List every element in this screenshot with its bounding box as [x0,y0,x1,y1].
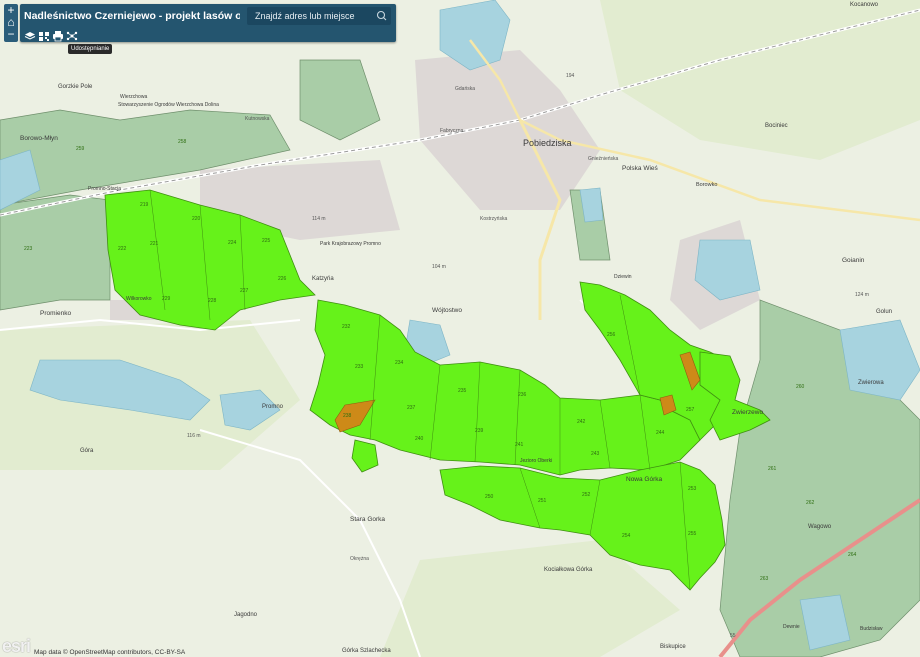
road-label: Gdańska [455,86,475,92]
compartment-label: 224 [228,240,237,246]
place-label: Dziewin [614,274,632,280]
place-label: Promno-Stacja [88,186,121,192]
search-input[interactable] [247,7,373,25]
place-label: Górka Szlachecka [342,648,391,654]
share-icon[interactable] [66,29,78,41]
search-box [247,7,391,25]
elevation-label: 104 m [432,264,446,270]
compartment-label: 228 [208,298,217,304]
zoom-out-button[interactable]: − [4,28,18,40]
place-label: Budzisław [860,626,883,632]
compartment-label: 227 [240,288,249,294]
elevation-label: 116 m [187,433,201,439]
compartment-label: 259 [76,146,85,152]
place-label: Zwierowa [858,380,884,386]
elevation-label: 124 m [855,292,869,298]
place-label: Stara Gorka [350,516,385,523]
zoom-controls: + ⌂ − [4,4,18,42]
place-label: Góra [80,448,94,454]
compartment-label: 262 [806,500,815,506]
compartment-label: 238 [343,413,352,419]
place-label: Park Krajobrazowy Promno [320,241,381,247]
compartment-label: 226 [278,276,287,282]
share-tooltip: Udostępnianie [68,44,113,54]
compartment-label: 219 [140,202,149,208]
place-label: Jezioro Oberki [520,458,552,464]
compartment-label: 233 [355,364,364,370]
road-label: 55 [730,633,736,639]
compartment-label: 225 [262,238,271,244]
compartment-label: 223 [24,246,33,252]
compartment-label: 244 [656,430,665,436]
compartment-label: 239 [475,428,484,434]
compartment-label: 250 [485,494,494,500]
compartment-label: 243 [591,451,600,457]
place-label: Borowo-Młyn [20,135,58,142]
app-title: Nadleśnictwo Czerniejewo - projekt lasów… [24,10,240,22]
compartment-label: 254 [622,533,631,539]
road-label: Fabryczna [440,128,464,134]
qr-code-icon[interactable] [38,29,50,41]
compartment-label: 241 [515,442,524,448]
print-icon[interactable] [52,29,64,42]
place-label: Wójtostwo [432,307,462,314]
place-label: Promno [262,404,284,410]
compartment-label: 261 [768,466,777,472]
place-label: Wierzchowa [120,94,147,100]
compartment-label: 220 [192,216,201,222]
place-label: Polska Wieś [622,165,659,172]
compartment-label: 222 [118,246,127,252]
place-label: Kocanowo [850,2,879,8]
place-label: Zwierzewo [732,409,763,416]
compartment-label: 258 [178,139,187,145]
layers-icon[interactable] [24,29,36,41]
place-label: Stowarzyszenie Ogrodów Wierzchowa Dolina [118,102,219,108]
compartment-label: 251 [538,498,547,504]
compartment-label: 257 [686,407,695,413]
place-label: Wilkorowko [126,296,152,302]
place-label: Katzyńa [312,276,334,282]
place-label: Pobiedziska [523,138,572,148]
compartment-label: 235 [458,388,467,394]
road-label: Okrężna [350,556,369,562]
place-label: Borowko [696,182,717,188]
place-label: Dewnie [783,624,800,630]
place-label: Biskupice [660,644,686,650]
place-label: Promienko [40,310,71,317]
compartment-label: 232 [342,324,351,330]
compartment-label: 237 [407,405,416,411]
compartment-label: 221 [150,241,159,247]
place-label: Golun [876,309,892,315]
search-icon[interactable] [373,7,391,25]
compartment-label: 263 [760,576,769,582]
compartment-label: 255 [688,531,697,537]
compartment-label: 240 [415,436,424,442]
place-label: Goianin [842,257,865,264]
compartment-label: 234 [395,360,404,366]
elevation-label: 114 m [312,216,326,222]
compartment-label: 229 [162,296,171,302]
road-label: Kutnowska [245,116,270,122]
compartment-label: 256 [607,332,616,338]
place-label: Bociniec [765,123,788,129]
map-attribution: Map data © OpenStreetMap contributors, C… [34,649,186,656]
road-label: 194 [566,73,575,79]
compartment-label: 236 [518,392,527,398]
place-label: Jagodno [234,612,258,618]
place-label: Nowa Górka [626,476,663,483]
compartment-label: 252 [582,492,591,498]
road-label: Gnieźnieńska [588,156,619,162]
place-label: Wagowo [808,524,832,530]
place-label: Gorzkie Pole [58,84,93,90]
road-label: Kostrzyńska [480,216,507,222]
app-header: Nadleśnictwo Czerniejewo - projekt lasów… [20,4,396,42]
esri-logo: esri [2,636,31,656]
compartment-label: 264 [848,552,857,558]
compartment-label: 260 [796,384,805,390]
compartment-label: 242 [577,419,586,425]
map-canvas[interactable]: Pobiedziska Promienko Wójtostwo Katzyńa … [0,0,920,657]
compartment-label: 253 [688,486,697,492]
place-label: Kociałkowa Górka [544,567,593,573]
